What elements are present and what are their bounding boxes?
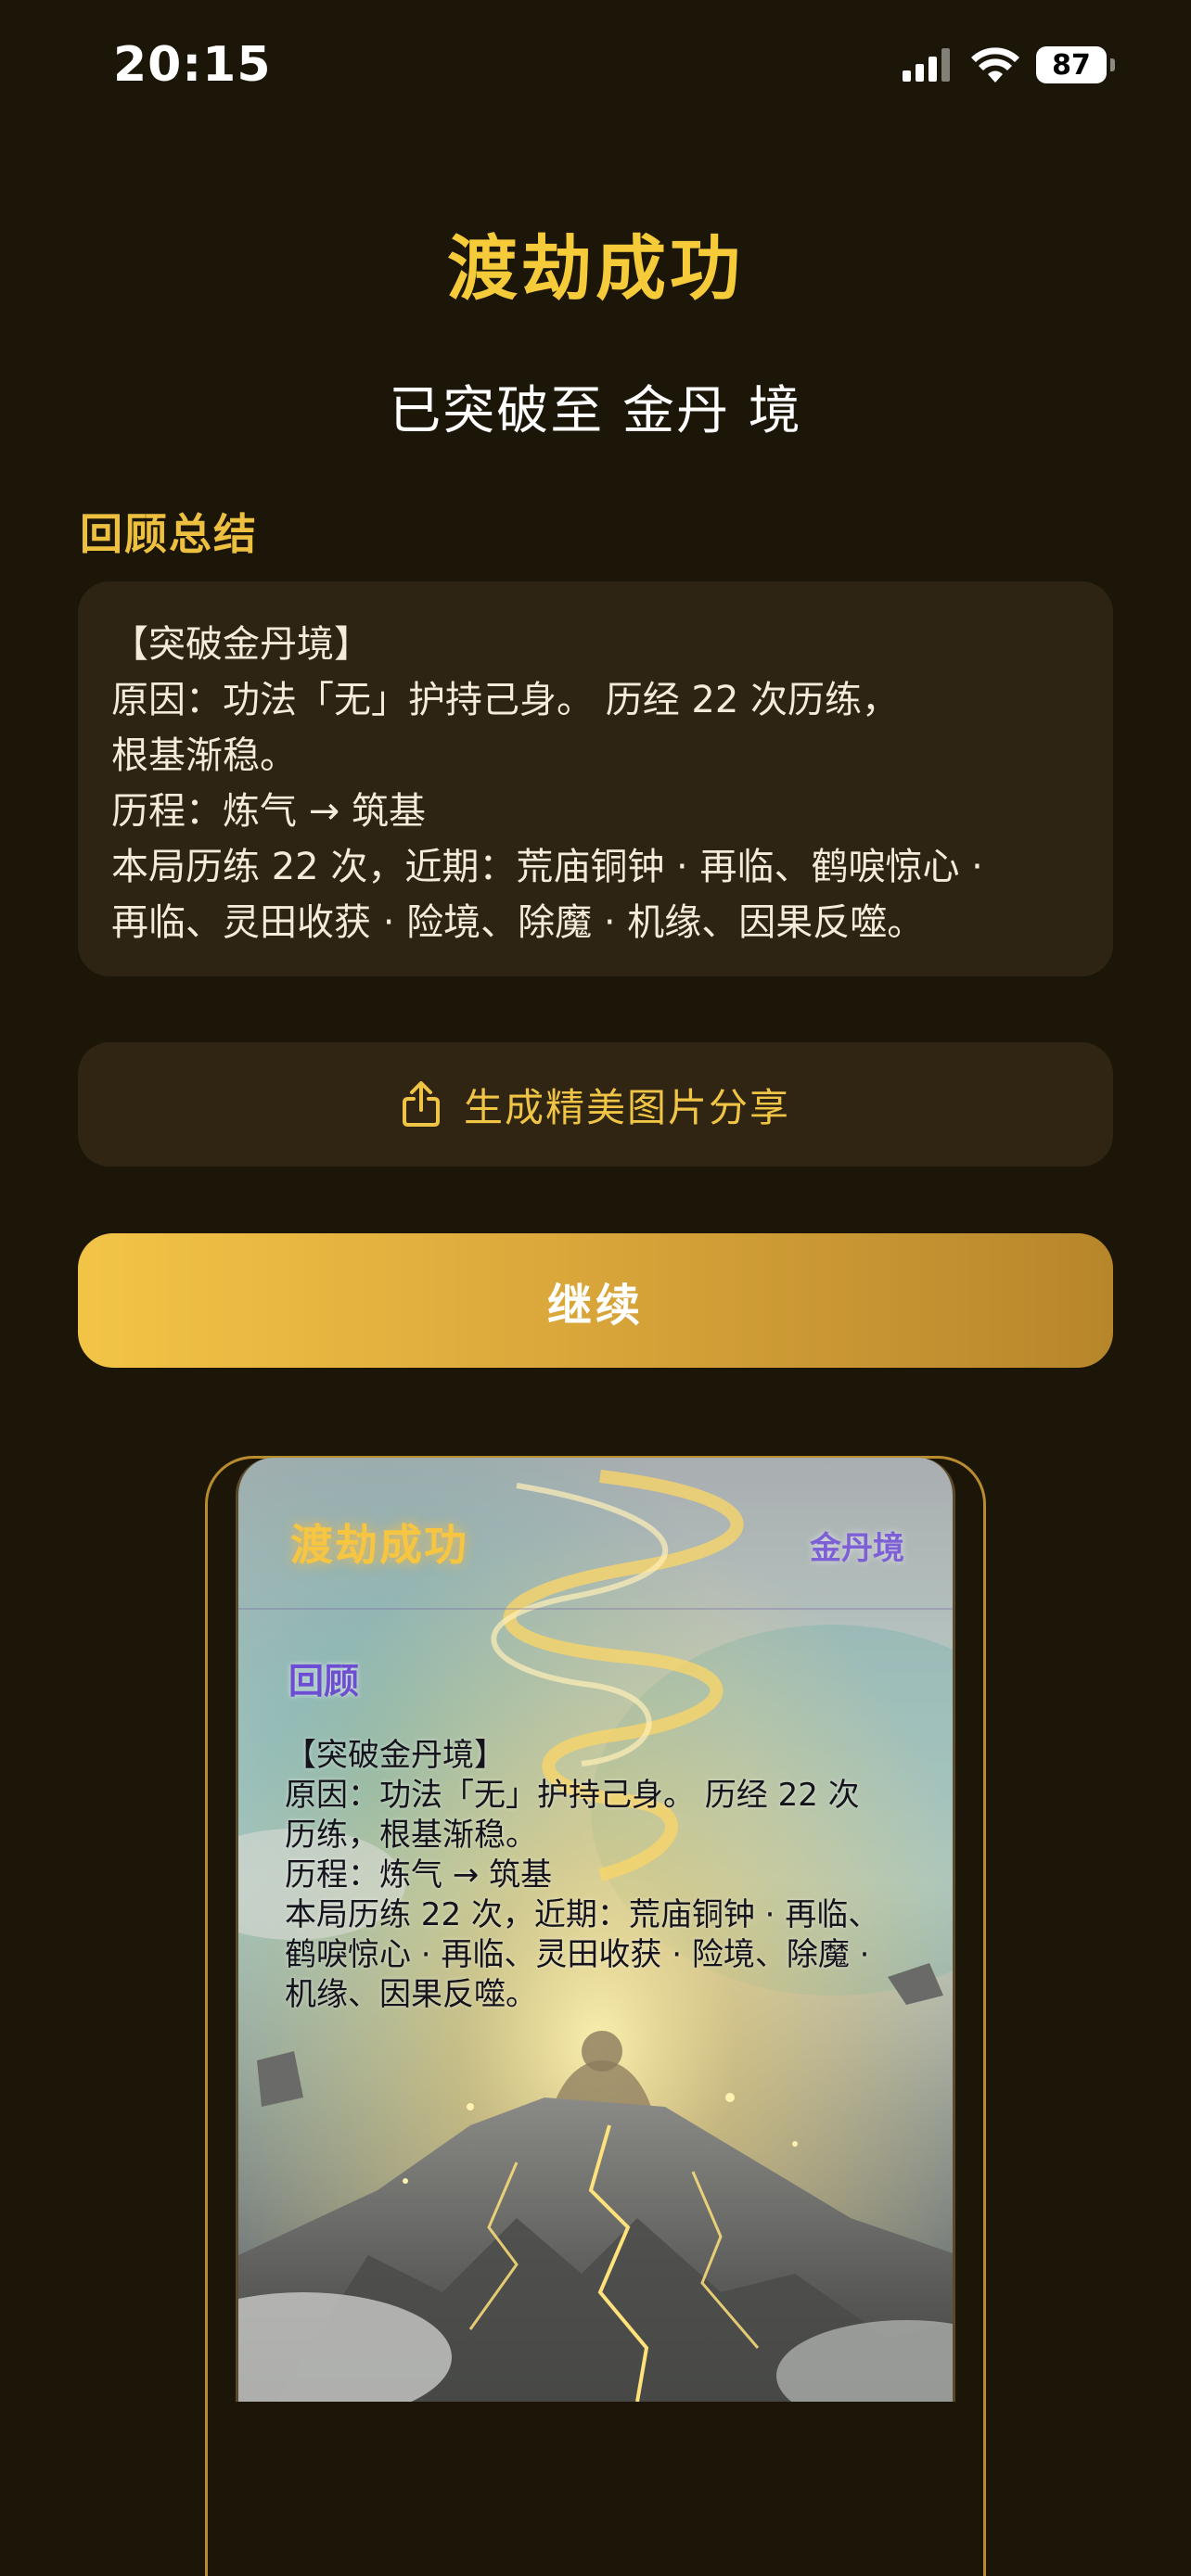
page-subtitle: 已突破至 金丹 境 xyxy=(389,381,802,441)
preview-summary-line: 【突破金丹境】 xyxy=(285,1737,506,1774)
summary-section-title: 回顾总结 xyxy=(80,509,258,559)
summary-line: 根基渐稳。 xyxy=(111,734,297,777)
summary-line: 本局历练 22 次，近期：荒庙铜钟 · 再临、鹤唳惊心 · xyxy=(111,846,983,888)
preview-summary-line: 鹤唳惊心 · 再临、灵田收获 · 险境、除魔 · xyxy=(285,1936,870,1973)
continue-button-label: 继续 xyxy=(546,1279,644,1332)
share-button-label: 生成精美图片分享 xyxy=(463,1084,790,1130)
status-time: 20:15 xyxy=(113,37,272,93)
page-title: 渡劫成功 xyxy=(447,227,744,310)
summary-line: 历程：炼气 → 筑基 xyxy=(111,790,426,833)
share-preview-card[interactable]: 渡劫成功 金丹境 回顾 【突破金丹境】 原因：功法「无」护持己身。 历经 22 … xyxy=(236,1458,955,2402)
battery-cap xyxy=(1110,58,1115,71)
preview-summary-line: 本局历练 22 次，近期：荒庙铜钟 · 再临、 xyxy=(285,1896,880,1933)
summary-card: 【突破金丹境】 原因：功法「无」护持己身。 历经 22 次历练， 根基渐稳。 历… xyxy=(78,581,1113,976)
preview-summary: 【突破金丹境】 原因：功法「无」护持己身。 历经 22 次 历练，根基渐稳。 历… xyxy=(285,1736,879,2015)
preview-summary-line: 历练，根基渐稳。 xyxy=(285,1817,537,1854)
preview-overlay: 渡劫成功 金丹境 回顾 【突破金丹境】 原因：功法「无」护持己身。 历经 22 … xyxy=(238,1458,953,2402)
status-bar: 20:15 87 xyxy=(0,0,1191,139)
status-icons: 87 xyxy=(903,46,1115,83)
wifi-icon xyxy=(971,47,1019,83)
share-image-button[interactable]: 生成精美图片分享 xyxy=(78,1042,1113,1167)
share-icon xyxy=(402,1081,440,1127)
summary-line: 再临、灵田收获 · 险境、除魔 · 机缘、因果反噬。 xyxy=(111,901,925,944)
continue-button[interactable]: 继续 xyxy=(78,1233,1113,1368)
preview-summary-line: 原因：功法「无」护持己身。 历经 22 次 xyxy=(285,1777,860,1814)
summary-line: 【突破金丹境】 xyxy=(111,623,371,666)
battery-indicator: 87 xyxy=(1036,46,1107,83)
battery-level: 87 xyxy=(1052,48,1091,82)
summary-line: 原因：功法「无」护持己身。 历经 22 次历练， xyxy=(111,679,900,721)
preview-summary-line: 机缘、因果反噬。 xyxy=(285,1976,537,2013)
preview-summary-line: 历程：炼气 → 筑基 xyxy=(285,1856,553,1894)
preview-divider xyxy=(238,1608,953,1610)
preview-title: 渡劫成功 xyxy=(290,1520,468,1570)
cellular-signal-icon xyxy=(903,48,950,82)
preview-section-title: 回顾 xyxy=(288,1661,360,1702)
preview-realm-label: 金丹境 xyxy=(810,1530,904,1567)
